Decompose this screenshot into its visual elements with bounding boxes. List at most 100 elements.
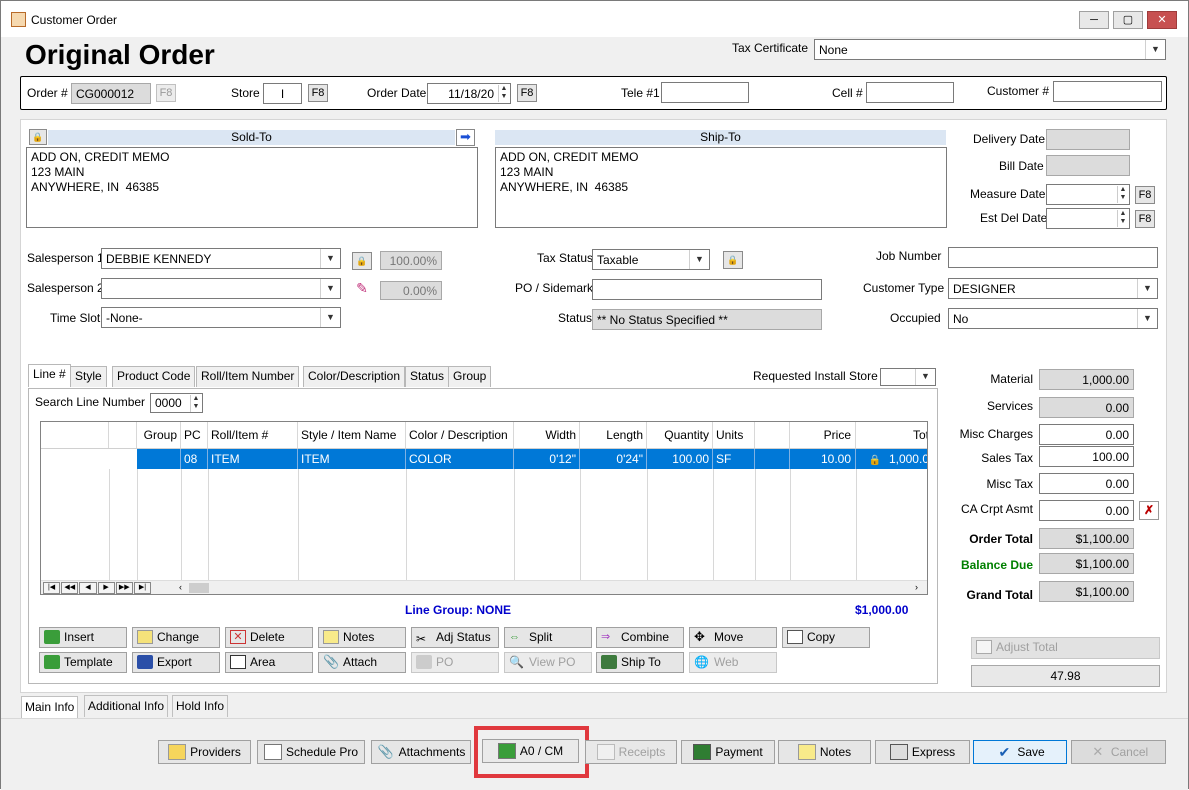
ship-to-address[interactable]: ADD ON, CREDIT MEMO 123 MAIN ANYWHERE, I…	[495, 147, 947, 228]
tab-additional-info[interactable]: Additional Info	[84, 695, 169, 717]
grid-header-quantity[interactable]: Quantity	[647, 422, 713, 448]
measure-date-f8-button[interactable]: F8	[1135, 186, 1155, 204]
spinner-icon[interactable]: ▲ ▼	[498, 85, 509, 102]
grid-header-pc[interactable]: PC	[181, 422, 208, 448]
next-page-button[interactable]: ▶▶	[115, 582, 133, 594]
po-button[interactable]: PO	[411, 652, 499, 673]
occupied-select[interactable]: No ▼	[948, 308, 1158, 329]
spinner-icon[interactable]: ▲ ▼	[1117, 186, 1128, 203]
receipts-button[interactable]: Receipts	[585, 740, 677, 764]
ao-cm-button[interactable]: A0 / CM	[482, 739, 579, 763]
tab-color-description[interactable]: Color/Description	[303, 366, 406, 387]
tab-group[interactable]: Group	[448, 366, 492, 387]
tab-status[interactable]: Status	[405, 366, 450, 387]
grid-header-units[interactable]: Units	[713, 422, 755, 448]
tab-roll-item-number[interactable]: Roll/Item Number	[196, 366, 300, 387]
adj-status-button[interactable]: ✂ Adj Status	[411, 627, 499, 648]
attachments-button[interactable]: 📎 Attachments	[371, 740, 471, 764]
notes-footer-button[interactable]: Notes	[778, 740, 871, 764]
last-record-button[interactable]: ▶|	[133, 582, 152, 594]
tax-certificate-select[interactable]: None ▼	[814, 39, 1166, 60]
customer-number-field[interactable]	[1053, 81, 1162, 102]
tab-line-number[interactable]: Line #	[28, 364, 71, 387]
misc-tax-field[interactable]: 0.00	[1039, 473, 1134, 494]
payment-button[interactable]: Payment	[681, 740, 775, 764]
spinner-icon[interactable]: ▲ ▼	[190, 395, 201, 412]
job-number-field[interactable]	[948, 247, 1158, 268]
delete-button[interactable]: ✕ Delete	[225, 627, 313, 648]
first-record-button[interactable]: |◀	[43, 582, 61, 594]
lock-icon[interactable]: 🔒	[723, 251, 743, 269]
sold-to-address[interactable]: ADD ON, CREDIT MEMO 123 MAIN ANYWHERE, I…	[26, 147, 478, 228]
salesperson1-select[interactable]: DEBBIE KENNEDY ▼	[101, 248, 341, 269]
grid-header-blank[interactable]	[755, 422, 790, 448]
next-record-button[interactable]: ▶	[97, 582, 115, 594]
eraser-icon[interactable]: ✎	[352, 280, 372, 300]
adjust-total-button[interactable]: Adjust Total	[971, 637, 1160, 659]
scroll-right-icon[interactable]: ›	[915, 582, 918, 592]
spinner-icon[interactable]: ▲ ▼	[1117, 210, 1128, 227]
po-sidemark-field[interactable]	[592, 279, 822, 300]
save-button[interactable]: ✔ Save	[973, 740, 1067, 764]
maximize-button[interactable]: ▢	[1113, 11, 1143, 29]
web-button[interactable]: 🌐 Web	[689, 652, 777, 673]
measure-date-field[interactable]: ▲ ▼	[1046, 184, 1130, 205]
store-f8-button[interactable]: F8	[308, 84, 328, 102]
grid-header-length[interactable]: Length	[580, 422, 647, 448]
combine-button[interactable]: ⇒ Combine	[596, 627, 684, 648]
sales-tax-field[interactable]: 100.00	[1039, 446, 1134, 467]
grid-header-width[interactable]: Width	[514, 422, 580, 448]
split-button[interactable]: ⇔ Split	[504, 627, 592, 648]
schedule-pro-button[interactable]: Schedule Pro	[257, 740, 365, 764]
grid-horizontal-scrollbar[interactable]: |◀ ◀◀ ◀ ▶ ▶▶ ▶| ‹ ›	[41, 580, 927, 594]
store-field[interactable]: I	[263, 83, 302, 104]
attach-button[interactable]: 📎 Attach	[318, 652, 406, 673]
arrow-right-icon[interactable]: ➡	[456, 129, 475, 146]
tab-style[interactable]: Style	[70, 366, 107, 387]
grid-header-group[interactable]: Group	[137, 422, 181, 448]
insert-button[interactable]: Insert	[39, 627, 127, 648]
close-button[interactable]: ✕	[1147, 11, 1177, 29]
grid-header-style-item[interactable]: Style / Item Name	[298, 422, 406, 448]
move-button[interactable]: ✥ Move	[689, 627, 777, 648]
export-button[interactable]: Export	[132, 652, 220, 673]
lock-icon[interactable]: 🔒	[352, 252, 372, 270]
scroll-left-icon[interactable]: ‹	[179, 582, 182, 592]
express-button[interactable]: Express	[875, 740, 970, 764]
cell-field[interactable]	[866, 82, 954, 103]
tab-main-info[interactable]: Main Info	[21, 696, 79, 718]
search-line-number-field[interactable]: 0000 ▲ ▼	[150, 393, 203, 413]
tax-status-select[interactable]: Taxable ▼	[592, 249, 710, 270]
providers-button[interactable]: Providers	[158, 740, 251, 764]
tab-product-code[interactable]: Product Code	[112, 366, 196, 387]
salesperson2-select[interactable]: ▼	[101, 278, 341, 299]
prev-page-button[interactable]: ◀◀	[61, 582, 79, 594]
grid-header-color-desc[interactable]: Color / Description	[406, 422, 514, 448]
tab-hold-info[interactable]: Hold Info	[172, 695, 229, 717]
order-date-field[interactable]: 11/18/20 ▲ ▼	[427, 83, 511, 104]
misc-charges-field[interactable]: 0.00	[1039, 424, 1134, 445]
copy-button[interactable]: Copy	[782, 627, 870, 648]
area-button[interactable]: Area	[225, 652, 313, 673]
ship-to-button[interactable]: Ship To	[596, 652, 684, 673]
prev-record-button[interactable]: ◀	[79, 582, 97, 594]
est-del-date-f8-button[interactable]: F8	[1135, 210, 1155, 228]
grid-header-total[interactable]: Tot	[856, 422, 927, 448]
grid-header-roll-item[interactable]: Roll/Item #	[208, 422, 298, 448]
template-button[interactable]: Template	[39, 652, 127, 673]
ca-crpt-asmt-field[interactable]: 0.00	[1039, 500, 1134, 521]
minimize-button[interactable]: ─	[1079, 11, 1109, 29]
order-date-f8-button[interactable]: F8	[517, 84, 537, 102]
grid-header-price[interactable]: Price	[790, 422, 856, 448]
lock-icon[interactable]: 🔒	[29, 129, 47, 145]
time-slot-select[interactable]: -None- ▼	[101, 307, 341, 328]
cancel-button[interactable]: ✕ Cancel	[1071, 740, 1166, 764]
est-del-date-field[interactable]: ▲ ▼	[1046, 208, 1130, 229]
requested-install-store-select[interactable]: ▼	[880, 368, 936, 386]
scroll-thumb[interactable]	[189, 583, 209, 593]
change-button[interactable]: Change	[132, 627, 220, 648]
tele-field[interactable]	[661, 82, 749, 103]
notes-button[interactable]: Notes	[318, 627, 406, 648]
customer-type-select[interactable]: DESIGNER ▼	[948, 278, 1158, 299]
view-po-button[interactable]: 🔍 View PO	[504, 652, 592, 673]
